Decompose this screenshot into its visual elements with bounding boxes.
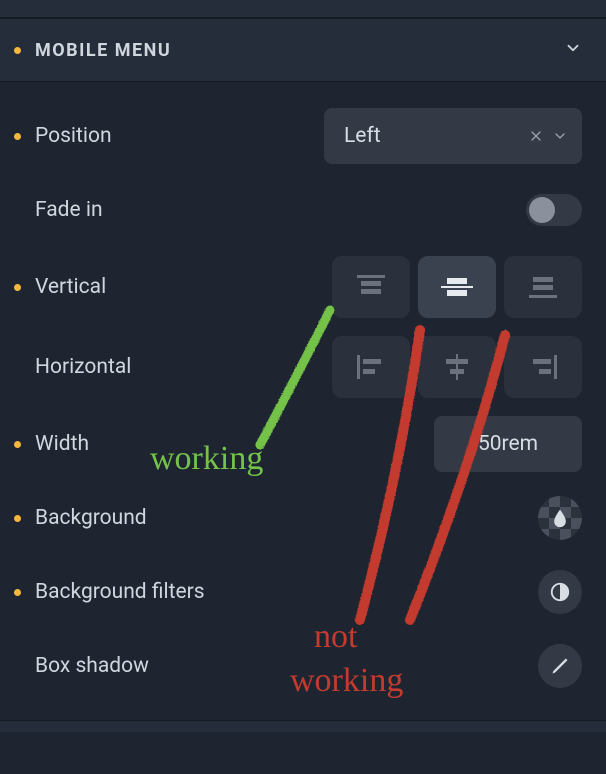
row-box-shadow: Box shadow <box>14 638 582 694</box>
align-middle-icon <box>437 271 477 303</box>
modified-dot-icon <box>14 284 21 291</box>
align-top-icon <box>351 271 391 303</box>
label-fade-in: Fade in <box>35 198 526 222</box>
pencil-icon <box>550 656 570 676</box>
label-width: Width <box>35 432 434 456</box>
clear-icon[interactable] <box>528 128 544 144</box>
align-center-icon <box>437 351 477 383</box>
row-position: Position Left <box>14 108 582 164</box>
align-right-icon <box>523 351 563 383</box>
row-width: Width 50rem <box>14 416 582 472</box>
box-shadow-button[interactable] <box>538 644 582 688</box>
modified-dot-icon <box>14 515 21 522</box>
vertical-align-group <box>332 256 582 318</box>
label-background: Background <box>35 506 538 530</box>
label-horizontal: Horizontal <box>35 355 332 379</box>
position-select-value: Left <box>344 124 520 148</box>
horizontal-align-right-button[interactable] <box>504 336 582 398</box>
horizontal-align-center-button[interactable] <box>418 336 496 398</box>
horizontal-align-group <box>332 336 582 398</box>
contrast-icon <box>549 581 571 603</box>
bottom-divider <box>0 720 606 732</box>
background-color-button[interactable] <box>538 496 582 540</box>
row-horizontal: Horizontal <box>14 336 582 398</box>
bg-filters-button[interactable] <box>538 570 582 614</box>
row-background: Background <box>14 490 582 546</box>
section-header-mobile-menu[interactable]: MOBILE MENU <box>0 18 606 82</box>
modified-dot-icon <box>14 133 21 140</box>
modified-dot-icon <box>14 47 21 54</box>
label-position: Position <box>35 124 324 148</box>
row-vertical: Vertical <box>14 256 582 318</box>
vertical-align-middle-button[interactable] <box>418 256 496 318</box>
label-bg-filters: Background filters <box>35 580 538 604</box>
section-title: MOBILE MENU <box>35 40 171 61</box>
panel-body: Position Left Fade in Vertical <box>0 82 606 720</box>
label-vertical: Vertical <box>35 275 332 299</box>
position-select[interactable]: Left <box>324 108 582 164</box>
width-value: 50rem <box>478 432 538 456</box>
row-fade-in: Fade in <box>14 182 582 238</box>
width-input[interactable]: 50rem <box>434 416 582 472</box>
vertical-align-top-button[interactable] <box>332 256 410 318</box>
droplet-icon <box>550 508 570 528</box>
chevron-down-icon <box>564 39 582 61</box>
modified-dot-icon <box>14 441 21 448</box>
fade-in-toggle[interactable] <box>526 194 582 226</box>
top-bar <box>0 0 606 18</box>
chevron-down-icon[interactable] <box>552 128 568 144</box>
align-left-icon <box>351 351 391 383</box>
dot-spacer <box>14 207 21 214</box>
dot-spacer <box>14 663 21 670</box>
toggle-knob <box>529 197 555 223</box>
modified-dot-icon <box>14 589 21 596</box>
vertical-align-bottom-button[interactable] <box>504 256 582 318</box>
align-bottom-icon <box>523 271 563 303</box>
label-box-shadow: Box shadow <box>35 654 538 678</box>
dot-spacer <box>14 364 21 371</box>
horizontal-align-left-button[interactable] <box>332 336 410 398</box>
row-bg-filters: Background filters <box>14 564 582 620</box>
